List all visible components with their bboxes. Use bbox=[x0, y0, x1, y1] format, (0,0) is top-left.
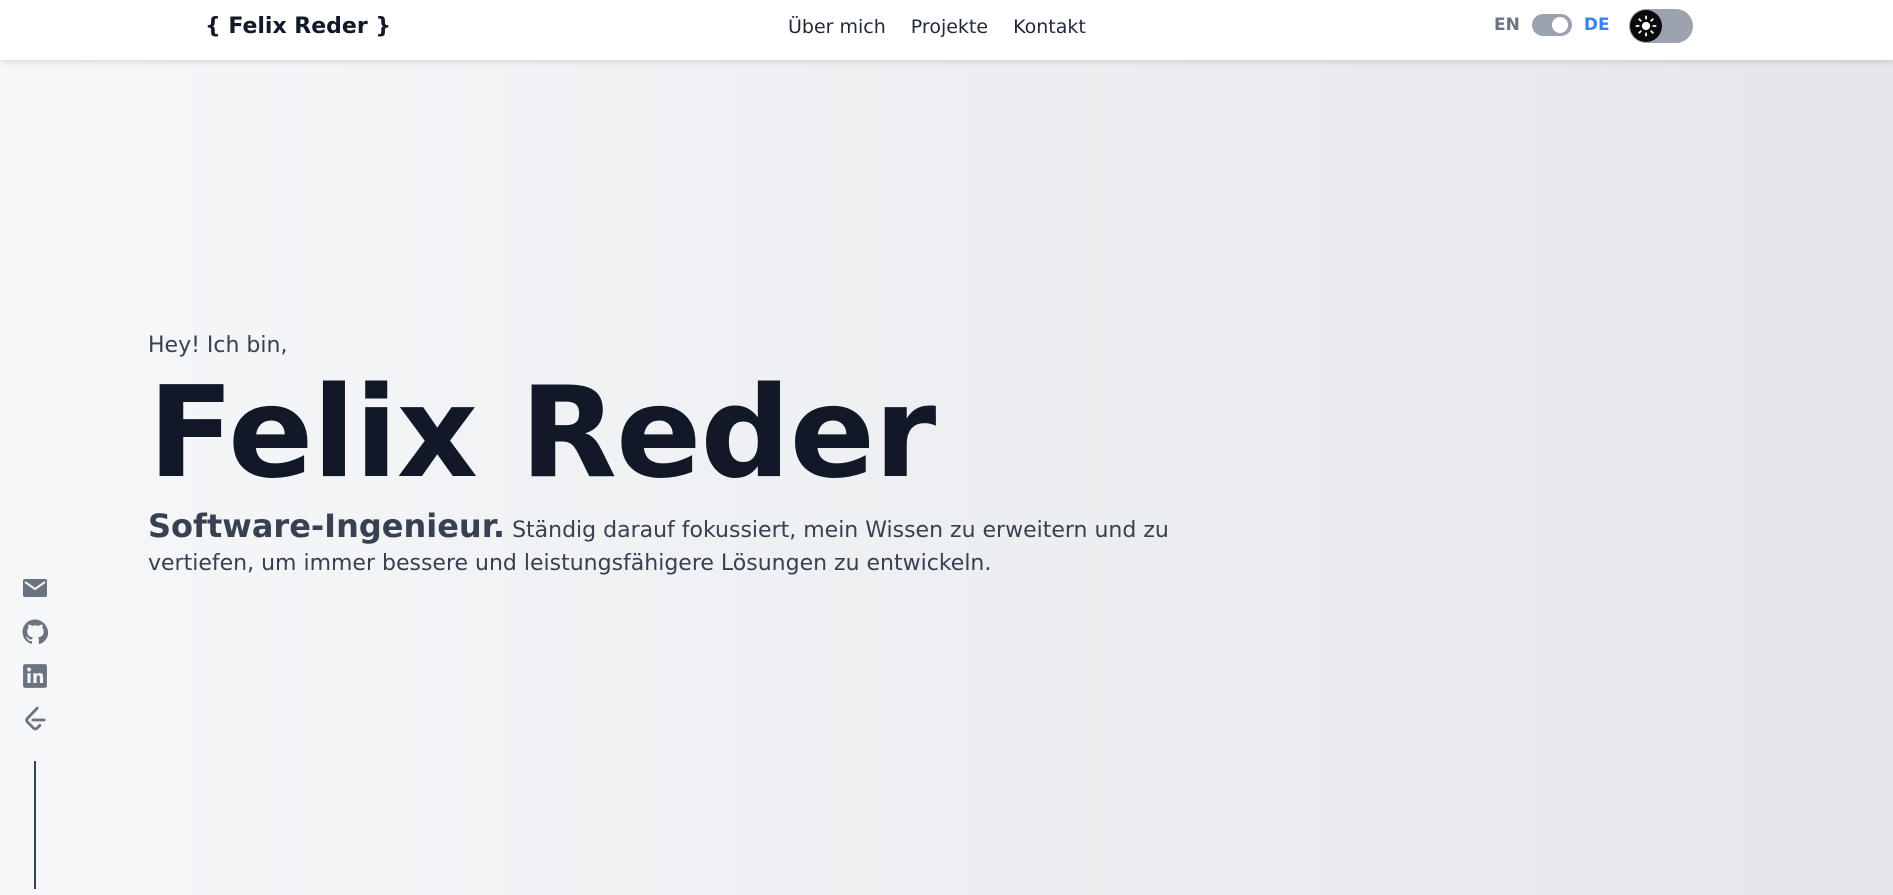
leetcode-icon[interactable] bbox=[21, 706, 49, 733]
github-icon[interactable] bbox=[21, 619, 49, 645]
theme-knob bbox=[1630, 10, 1662, 42]
language-switch[interactable] bbox=[1531, 14, 1572, 36]
sun-icon bbox=[1635, 15, 1657, 37]
nav-link-contact[interactable]: Kontakt bbox=[1013, 16, 1086, 38]
nav-link-about[interactable]: Über mich bbox=[788, 16, 886, 38]
lang-de-label[interactable]: DE bbox=[1584, 15, 1610, 35]
hero-name: Felix Reder bbox=[148, 359, 936, 506]
theme-toggle[interactable] bbox=[1629, 9, 1693, 43]
linkedin-icon[interactable] bbox=[21, 663, 49, 689]
lang-en-label[interactable]: EN bbox=[1494, 15, 1520, 35]
social-links bbox=[21, 575, 49, 889]
hero-greeting: Hey! Ich bin, bbox=[148, 333, 288, 358]
language-switch-knob bbox=[1551, 17, 1568, 33]
site-logo[interactable]: { Felix Reder } bbox=[205, 14, 391, 39]
hero-role: Software-Ingenieur. bbox=[148, 507, 506, 545]
social-divider-line bbox=[34, 761, 36, 889]
language-toggle[interactable]: EN DE bbox=[1494, 14, 1610, 36]
navbar: { Felix Reder } Über mich Projekte Konta… bbox=[0, 0, 1893, 60]
mail-icon[interactable] bbox=[21, 575, 49, 601]
hero-section: Hey! Ich bin, Felix Reder Software-Ingen… bbox=[148, 333, 1298, 580]
nav-link-projects[interactable]: Projekte bbox=[911, 16, 988, 38]
hero-tagline: Software-Ingenieur. Ständig darauf fokus… bbox=[148, 510, 1278, 580]
nav-links: Über mich Projekte Kontakt bbox=[788, 16, 1086, 38]
